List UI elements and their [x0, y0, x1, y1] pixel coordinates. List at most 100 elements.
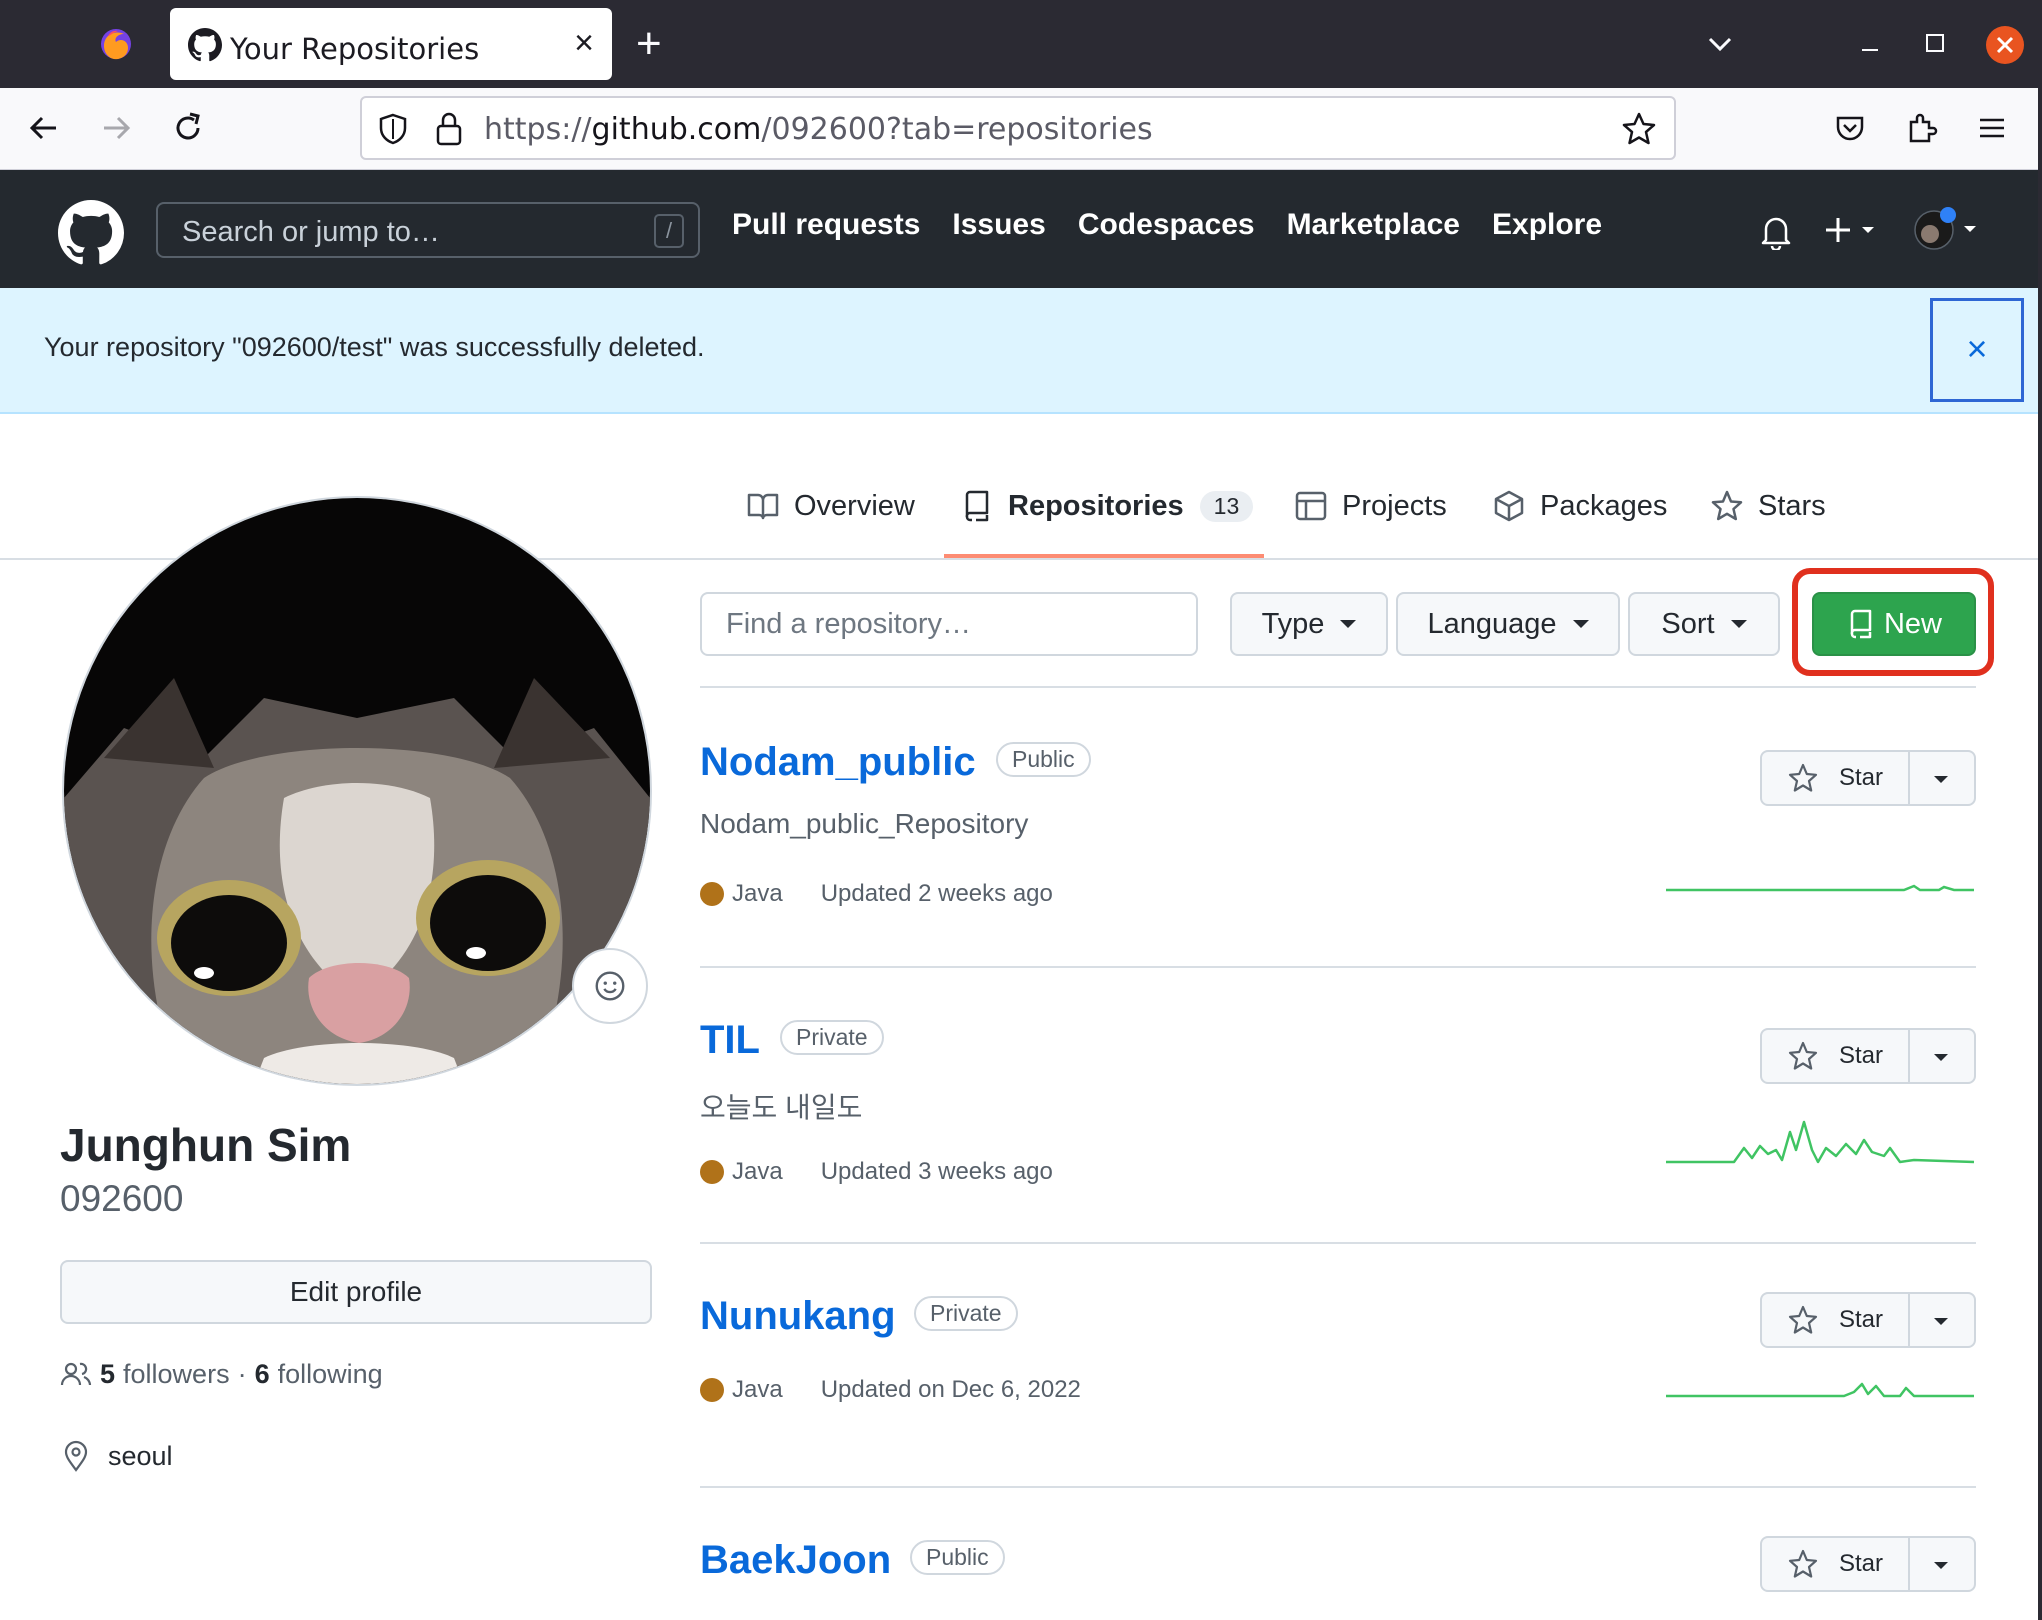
- tab-projects[interactable]: Projects: [1294, 486, 1447, 526]
- star-button[interactable]: Star: [1762, 752, 1910, 804]
- tab-close-icon[interactable]: ×: [574, 24, 594, 63]
- repo-language: Java: [732, 880, 783, 907]
- github-header: Search or jump to… / Pull requests Issue…: [0, 170, 2042, 288]
- address-bar[interactable]: https://github.com/092600?tab=repositori…: [360, 96, 1676, 160]
- github-logo-icon[interactable]: [58, 200, 124, 266]
- set-status-smiley-icon[interactable]: [572, 948, 648, 1024]
- star-icon: [1788, 1305, 1818, 1334]
- repo-list-item: BaekJoon Public Star: [700, 1488, 1976, 1620]
- close-window-icon[interactable]: [1986, 26, 2024, 64]
- followers-link[interactable]: followers: [123, 1359, 230, 1390]
- star-button-group: Star: [1760, 1536, 1976, 1592]
- search-shortcut-key: /: [654, 214, 684, 248]
- active-tab[interactable]: Your Repositories ×: [170, 8, 612, 80]
- url-host: github.com: [591, 112, 762, 147]
- repositories-counter: 13: [1199, 490, 1254, 522]
- tab-stars[interactable]: Stars: [1710, 486, 1826, 526]
- lock-icon[interactable]: [432, 110, 466, 148]
- star-label: Star: [1838, 1042, 1883, 1069]
- follow-separator: ·: [237, 1358, 247, 1389]
- star-icon: [1788, 1041, 1818, 1070]
- caret-down-icon: [1934, 1054, 1948, 1061]
- language-filter-button[interactable]: Language: [1396, 592, 1620, 656]
- flash-close-button[interactable]: ×: [1930, 298, 2024, 402]
- bookmark-star-icon[interactable]: [1620, 110, 1658, 148]
- following-count[interactable]: 6: [255, 1359, 270, 1390]
- github-global-nav: Pull requests Issues Codespaces Marketpl…: [732, 208, 1602, 242]
- pocket-icon[interactable]: [1830, 108, 1870, 148]
- reload-icon[interactable]: [168, 108, 208, 148]
- github-search-input[interactable]: Search or jump to… /: [156, 202, 700, 258]
- language-color-dot: [700, 882, 724, 906]
- tab-title: Your Repositories: [230, 32, 480, 66]
- new-tab-button[interactable]: +: [636, 16, 662, 72]
- tab-packages-label: Packages: [1540, 489, 1668, 522]
- type-filter-button[interactable]: Type: [1230, 592, 1388, 656]
- create-new-plus-icon[interactable]: [1822, 210, 1882, 250]
- star-label: Star: [1838, 1306, 1883, 1333]
- find-repository-input[interactable]: Find a repository…: [700, 592, 1198, 656]
- following-link[interactable]: following: [278, 1359, 383, 1390]
- book-icon: [747, 493, 779, 520]
- followers-count[interactable]: 5: [100, 1359, 115, 1390]
- repo-name-link[interactable]: Nunukang: [700, 1294, 896, 1339]
- profile-full-name: Junghun Sim: [60, 1119, 352, 1171]
- new-repository-button[interactable]: New: [1812, 592, 1976, 656]
- star-list-dropdown[interactable]: [1908, 1030, 1974, 1082]
- visibility-badge: Private: [914, 1296, 1018, 1331]
- language-color-dot: [700, 1160, 724, 1184]
- star-label: Star: [1838, 764, 1883, 791]
- star-icon: [1788, 763, 1818, 792]
- nav-marketplace[interactable]: Marketplace: [1287, 208, 1460, 242]
- profile-avatar[interactable]: [62, 496, 652, 1086]
- caret-down-icon: [1934, 1318, 1948, 1325]
- back-arrow-icon[interactable]: [24, 108, 64, 148]
- repo-name-link[interactable]: BaekJoon: [700, 1538, 891, 1583]
- caret-down-icon: [1934, 1562, 1948, 1569]
- tab-repositories[interactable]: Repositories 13: [960, 486, 1254, 526]
- hamburger-menu-icon[interactable]: [1972, 108, 2012, 148]
- repo-name-link[interactable]: Nodam_public: [700, 740, 976, 785]
- firefox-icon[interactable]: [96, 24, 136, 64]
- tab-overview[interactable]: Overview: [746, 486, 915, 526]
- tab-packages[interactable]: Packages: [1492, 486, 1667, 526]
- star-list-dropdown[interactable]: [1908, 752, 1974, 804]
- tracking-protection-shield-icon[interactable]: [376, 112, 410, 146]
- star-button[interactable]: Star: [1762, 1294, 1910, 1346]
- url-text[interactable]: https://github.com/092600?tab=repositori…: [484, 112, 1153, 147]
- tab-overview-label: Overview: [794, 489, 915, 522]
- package-icon: [1494, 490, 1524, 522]
- nav-codespaces[interactable]: Codespaces: [1078, 208, 1255, 242]
- notifications-bell-icon[interactable]: [1758, 212, 1794, 250]
- language-color-dot: [700, 1378, 724, 1402]
- location-text: seoul: [108, 1440, 173, 1471]
- star-list-dropdown[interactable]: [1908, 1538, 1974, 1590]
- star-list-dropdown[interactable]: [1908, 1294, 1974, 1346]
- maximize-window-icon[interactable]: [1926, 34, 1944, 52]
- sort-filter-button[interactable]: Sort: [1628, 592, 1780, 656]
- url-scheme: https://: [484, 112, 592, 147]
- edit-profile-button[interactable]: Edit profile: [60, 1260, 652, 1324]
- caret-down-icon: [1572, 620, 1589, 628]
- repo-list-item: TIL Private 오늘도 내일도 Java Updated 3 weeks…: [700, 968, 1976, 1244]
- minimize-window-icon[interactable]: [1860, 26, 1880, 62]
- forward-arrow-icon[interactable]: [96, 108, 136, 148]
- profile-username: 092600: [60, 1178, 184, 1219]
- list-all-tabs-icon[interactable]: [1704, 28, 1736, 60]
- nav-explore[interactable]: Explore: [1492, 208, 1602, 242]
- repo-name-link[interactable]: TIL: [700, 1018, 760, 1063]
- star-button[interactable]: Star: [1762, 1538, 1910, 1590]
- table-icon: [1295, 491, 1327, 521]
- star-button[interactable]: Star: [1762, 1030, 1910, 1082]
- github-favicon-icon: [188, 28, 222, 62]
- sort-filter-label: Sort: [1661, 607, 1715, 640]
- nav-issues[interactable]: Issues: [952, 208, 1045, 242]
- activity-sparkline: [1666, 1382, 1974, 1398]
- user-avatar-menu[interactable]: [1910, 206, 1980, 254]
- caret-down-icon: [1340, 620, 1357, 628]
- extensions-icon[interactable]: [1902, 108, 1942, 148]
- visibility-badge: Private: [780, 1020, 884, 1055]
- star-icon: [1711, 490, 1743, 521]
- nav-pull-requests[interactable]: Pull requests: [732, 208, 920, 242]
- repo-description: 오늘도 내일도: [700, 1092, 863, 1123]
